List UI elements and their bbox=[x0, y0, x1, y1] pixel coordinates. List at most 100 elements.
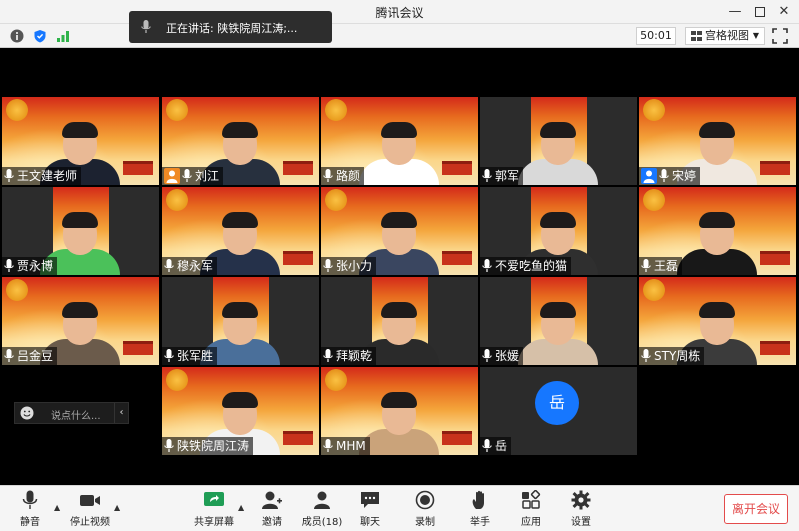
raise-hand-button[interactable]: 举手 bbox=[456, 490, 504, 530]
chevron-up-icon[interactable]: ▲ bbox=[114, 503, 120, 512]
chevron-down-icon: ▼ bbox=[752, 31, 759, 40]
apps-button[interactable]: 应用 bbox=[507, 490, 555, 530]
gate-graphic bbox=[760, 341, 790, 355]
stop-video-label: 停止视频 bbox=[70, 517, 110, 528]
title-bar: 腾讯会议 — ✕ bbox=[0, 0, 799, 24]
participant-name-tag: 拜颖乾 bbox=[321, 347, 377, 365]
share-screen-button[interactable]: 共享屏幕 bbox=[190, 490, 238, 530]
emblem-icon bbox=[6, 279, 28, 301]
members-button[interactable]: 成员(18) bbox=[298, 490, 346, 530]
signal-icon[interactable] bbox=[56, 29, 70, 43]
gate-graphic bbox=[123, 161, 153, 175]
participant-hair bbox=[222, 302, 258, 318]
participant-name: 吕金豆 bbox=[17, 349, 54, 363]
view-mode-button[interactable]: 宫格视图 ▼ bbox=[685, 27, 765, 45]
microphone-icon bbox=[4, 169, 14, 182]
emblem-icon bbox=[166, 369, 188, 391]
stop-video-button[interactable]: 停止视频 bbox=[66, 490, 114, 530]
close-icon[interactable]: ✕ bbox=[774, 2, 794, 22]
emblem-icon bbox=[325, 369, 347, 391]
emblem-icon bbox=[643, 189, 665, 211]
mute-button[interactable]: 静音 bbox=[6, 490, 54, 530]
emoji-icon[interactable] bbox=[20, 406, 34, 420]
emblem-icon bbox=[643, 99, 665, 121]
video-tile[interactable]: 张小力 bbox=[321, 187, 478, 275]
chevron-up-icon[interactable]: ▲ bbox=[238, 503, 244, 512]
microphone-icon bbox=[482, 439, 492, 452]
participant-hair bbox=[62, 122, 98, 138]
video-tile[interactable]: 拜颖乾 bbox=[321, 277, 478, 365]
participant-video bbox=[359, 385, 439, 455]
participant-video bbox=[677, 205, 757, 275]
participant-name: 张媛 bbox=[495, 349, 520, 363]
chat-label: 聊天 bbox=[360, 517, 380, 528]
emblem-icon bbox=[325, 99, 347, 121]
grid-view-icon bbox=[691, 31, 702, 41]
emblem-icon bbox=[166, 99, 188, 121]
microphone-icon bbox=[182, 169, 192, 182]
participant-name: 陕铁院周江涛 bbox=[177, 439, 250, 453]
participant-name-tag: 岳 bbox=[480, 437, 512, 455]
participant-hair bbox=[222, 212, 258, 228]
microphone-icon bbox=[641, 259, 651, 272]
video-tile[interactable]: 穆永军 bbox=[162, 187, 319, 275]
microphone-icon bbox=[164, 259, 174, 272]
minimize-icon[interactable]: — bbox=[725, 2, 745, 22]
video-tile[interactable]: 王磊 bbox=[639, 187, 796, 275]
gate-graphic bbox=[442, 431, 472, 445]
video-tile[interactable]: 贾永博 bbox=[2, 187, 159, 275]
microphone-icon bbox=[4, 259, 14, 272]
emblem-icon bbox=[643, 279, 665, 301]
video-tile[interactable]: 郭军 bbox=[480, 97, 637, 185]
video-tile[interactable]: 张媛 bbox=[480, 277, 637, 365]
shield-icon[interactable] bbox=[33, 29, 47, 43]
add-user-icon bbox=[262, 491, 282, 509]
video-tile[interactable]: 路颜 bbox=[321, 97, 478, 185]
gate-graphic bbox=[442, 251, 472, 265]
microphone-icon bbox=[323, 259, 333, 272]
video-tile[interactable]: 宋婷 bbox=[639, 97, 796, 185]
participant-hair bbox=[62, 302, 98, 318]
gate-graphic bbox=[760, 161, 790, 175]
participant-name: 穆永军 bbox=[177, 259, 214, 273]
hand-icon bbox=[472, 490, 484, 509]
settings-button[interactable]: 设置 bbox=[557, 490, 605, 530]
participant-name: 拜颖乾 bbox=[336, 349, 373, 363]
video-tile[interactable]: 王文建老师 bbox=[2, 97, 159, 185]
participant-name-tag: 路颜 bbox=[321, 167, 365, 185]
view-mode-label: 宫格视图 bbox=[705, 29, 749, 42]
maximize-icon[interactable] bbox=[750, 2, 770, 22]
video-tile[interactable]: MHM bbox=[321, 367, 478, 455]
participant-name-tag: 穆永军 bbox=[162, 257, 218, 275]
host-icon bbox=[164, 168, 180, 184]
gate-graphic bbox=[283, 251, 313, 265]
video-tile[interactable]: 张军胜 bbox=[162, 277, 319, 365]
video-tile[interactable]: 不爱吃鱼的猫 bbox=[480, 187, 637, 275]
chevron-up-icon[interactable]: ▲ bbox=[54, 503, 60, 512]
info-icon[interactable] bbox=[10, 29, 24, 43]
invite-button[interactable]: 邀请 bbox=[248, 490, 296, 530]
participant-name-tag: 王磊 bbox=[639, 257, 683, 275]
video-tile[interactable]: STY周栋 bbox=[639, 277, 796, 365]
participant-name-tag: 张小力 bbox=[321, 257, 377, 275]
record-label: 录制 bbox=[415, 517, 435, 528]
members-label: 成员(18) bbox=[301, 517, 343, 528]
chat-icon bbox=[361, 492, 379, 508]
video-tile[interactable]: 陕铁院周江涛 bbox=[162, 367, 319, 455]
window-title: 腾讯会议 bbox=[375, 6, 424, 20]
participant-hair bbox=[540, 302, 576, 318]
collapse-chat-icon[interactable]: ‹ bbox=[114, 403, 128, 423]
participant-hair bbox=[381, 122, 417, 138]
participant-name-tag: 张媛 bbox=[480, 347, 524, 365]
video-tile[interactable]: 刘江 bbox=[162, 97, 319, 185]
raise-hand-label: 举手 bbox=[470, 517, 490, 528]
video-tile[interactable]: 吕金豆 bbox=[2, 277, 159, 365]
chat-quick-input[interactable]: 说点什么... ‹ bbox=[14, 402, 129, 424]
leave-meeting-button[interactable]: 离开会议 bbox=[724, 494, 788, 524]
participant-hair bbox=[222, 122, 258, 138]
participant-video bbox=[518, 115, 598, 185]
fullscreen-icon[interactable] bbox=[772, 28, 788, 44]
record-button[interactable]: 录制 bbox=[401, 490, 449, 530]
chat-button[interactable]: 聊天 bbox=[346, 490, 394, 530]
record-icon bbox=[415, 490, 435, 510]
